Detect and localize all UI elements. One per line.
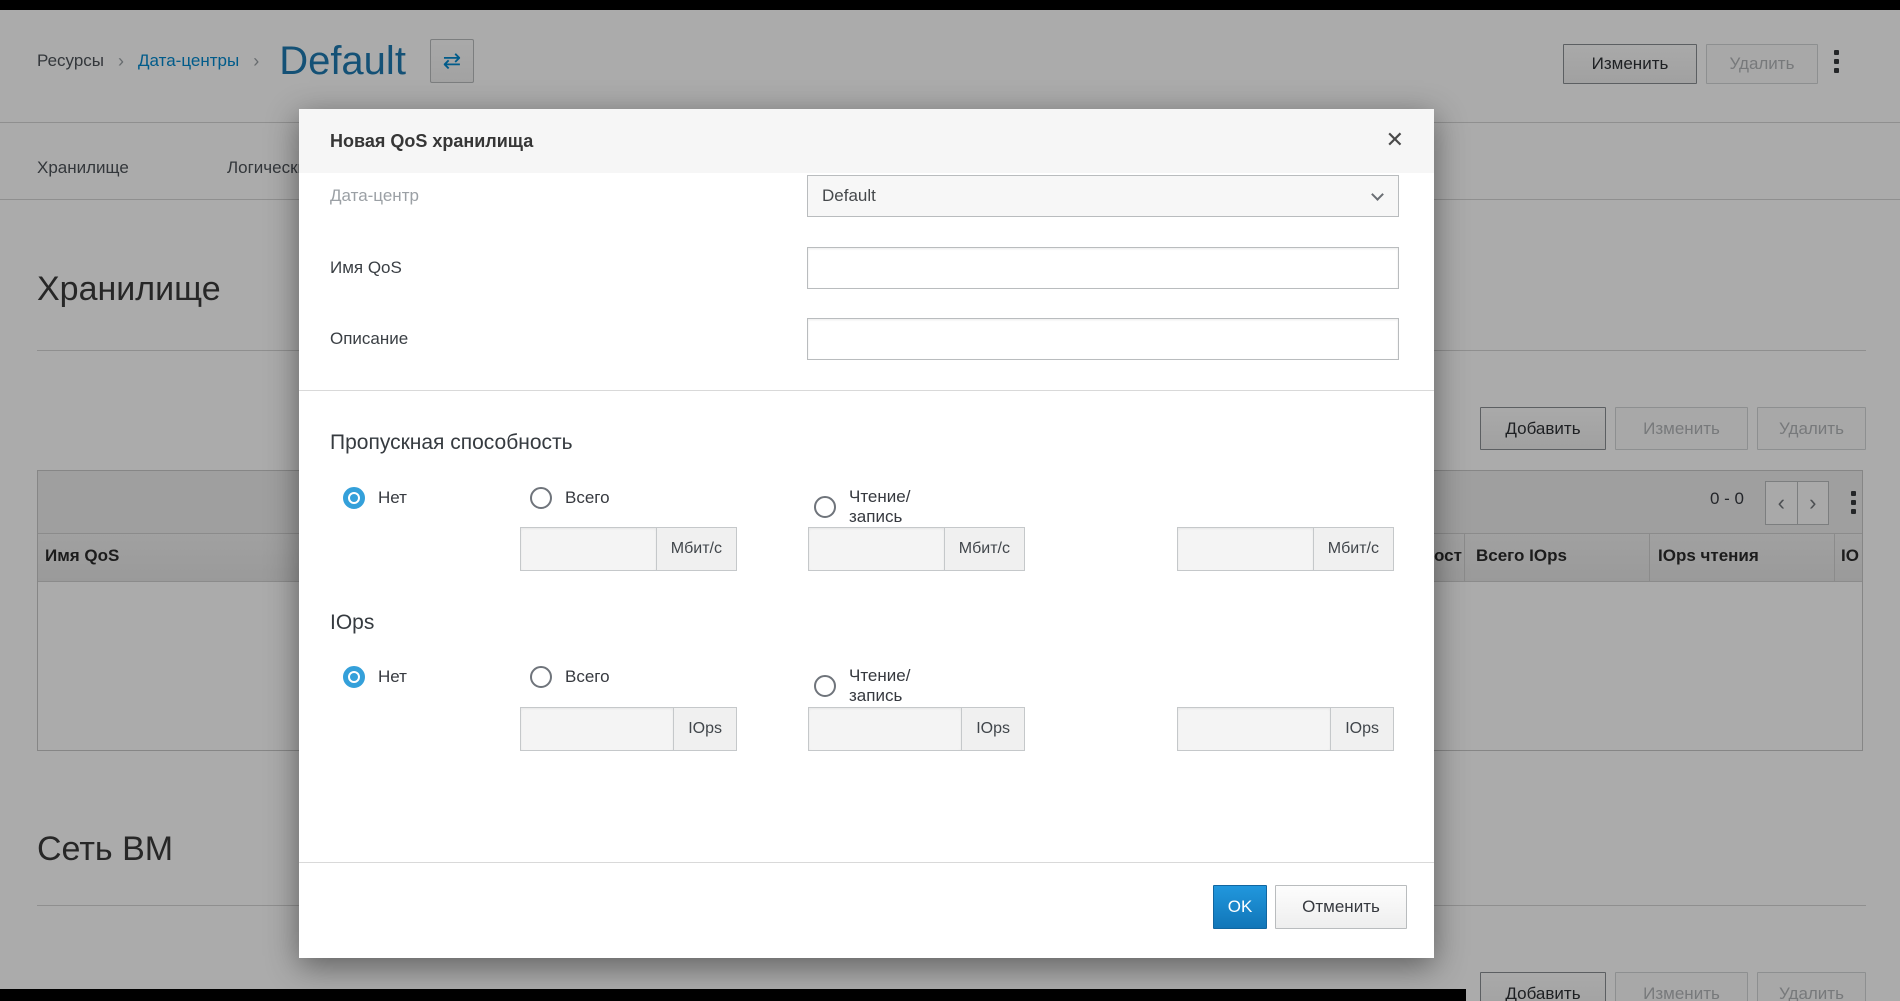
iops-write-input[interactable]: [1178, 708, 1330, 750]
iops-write-unit: IOps: [1330, 708, 1393, 750]
throughput-heading: Пропускная способность: [330, 431, 573, 455]
throughput-write-input[interactable]: [1178, 528, 1313, 570]
radio-selected-icon: [343, 487, 365, 509]
iops-read-input[interactable]: [809, 708, 961, 750]
throughput-read-group: Мбит/с: [808, 527, 1025, 571]
qos-name-input[interactable]: [807, 247, 1399, 289]
ok-button[interactable]: OK: [1213, 885, 1267, 929]
radio-unselected-icon: [814, 496, 836, 518]
throughput-read-unit: Мбит/с: [944, 528, 1024, 570]
form-divider: [299, 390, 1434, 391]
footer-divider: [299, 862, 1434, 863]
chevron-down-icon: [1371, 188, 1384, 201]
iops-radio-total[interactable]: Всего: [530, 666, 610, 688]
close-icon[interactable]: ✕: [1386, 125, 1404, 155]
radio-selected-icon: [343, 666, 365, 688]
new-storage-qos-dialog: Новая QoS хранилища ✕ Дата-центр Default…: [299, 109, 1434, 958]
iops-total-group: IOps: [520, 707, 737, 751]
radio-unselected-icon: [814, 675, 836, 697]
throughput-total-unit: Мбит/с: [656, 528, 736, 570]
iops-total-unit: IOps: [673, 708, 736, 750]
iops-radio-readwrite[interactable]: Чтение/запись: [814, 666, 910, 706]
datacenter-select[interactable]: Default: [807, 175, 1399, 217]
datacenter-select-value: Default: [822, 186, 876, 206]
description-label: Описание: [330, 318, 408, 360]
throughput-radio-none[interactable]: Нет: [343, 487, 407, 509]
iops-total-input[interactable]: [521, 708, 673, 750]
iops-write-group: IOps: [1177, 707, 1394, 751]
iops-read-unit: IOps: [961, 708, 1024, 750]
throughput-radio-total[interactable]: Всего: [530, 487, 610, 509]
dialog-title: Новая QoS хранилища: [330, 109, 533, 173]
cancel-button[interactable]: Отменить: [1275, 885, 1407, 929]
throughput-total-input[interactable]: [521, 528, 656, 570]
throughput-total-group: Мбит/с: [520, 527, 737, 571]
iops-read-group: IOps: [808, 707, 1025, 751]
throughput-write-group: Мбит/с: [1177, 527, 1394, 571]
radio-unselected-icon: [530, 666, 552, 688]
radio-unselected-icon: [530, 487, 552, 509]
throughput-write-unit: Мбит/с: [1313, 528, 1393, 570]
iops-heading: IOps: [330, 611, 374, 635]
qos-name-label: Имя QoS: [330, 247, 402, 289]
throughput-radio-readwrite[interactable]: Чтение/запись: [814, 487, 910, 527]
throughput-read-input[interactable]: [809, 528, 944, 570]
description-input[interactable]: [807, 318, 1399, 360]
datacenter-label: Дата-центр: [330, 175, 419, 217]
dialog-header: Новая QoS хранилища ✕: [299, 109, 1434, 173]
iops-radio-none[interactable]: Нет: [343, 666, 407, 688]
